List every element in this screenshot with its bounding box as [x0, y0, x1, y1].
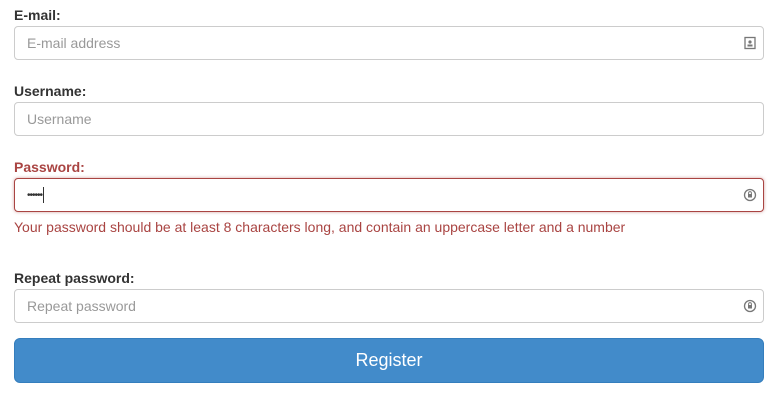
- password-error: Your password should be at least 8 chara…: [14, 219, 626, 235]
- email-label: E-mail:: [14, 7, 61, 23]
- password-key-icon[interactable]: [743, 299, 757, 313]
- username-input[interactable]: Username: [14, 102, 764, 136]
- email-placeholder: E-mail address: [27, 35, 121, 51]
- password-label: Password:: [14, 159, 85, 175]
- password-value: ••••••: [27, 189, 43, 201]
- password-key-icon[interactable]: [743, 188, 757, 202]
- password-input[interactable]: ••••••: [14, 178, 764, 212]
- email-input[interactable]: E-mail address: [14, 26, 764, 60]
- repeat-password-input[interactable]: Repeat password: [14, 289, 764, 323]
- repeat-password-label: Repeat password:: [14, 270, 135, 286]
- username-placeholder: Username: [27, 111, 92, 127]
- contact-card-icon[interactable]: [743, 36, 757, 50]
- text-caret: [43, 187, 45, 203]
- username-label: Username:: [14, 83, 87, 99]
- repeat-password-placeholder: Repeat password: [27, 298, 136, 314]
- register-button[interactable]: Register: [14, 338, 764, 383]
